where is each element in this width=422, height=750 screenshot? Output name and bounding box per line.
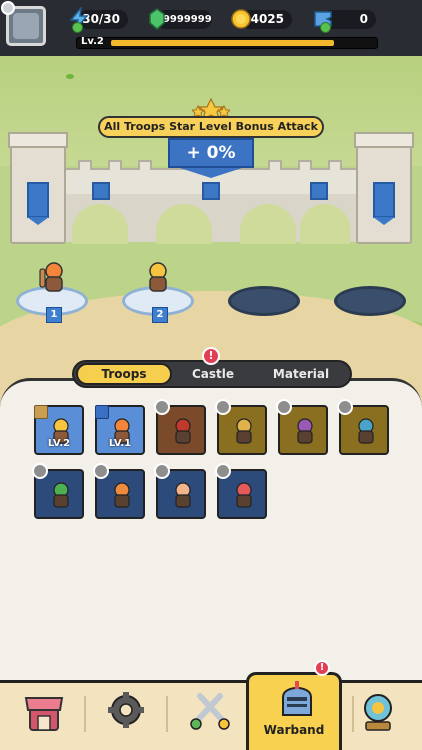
troop-card[interactable]: [154, 463, 206, 519]
troop-card[interactable]: [215, 463, 267, 519]
orange-warrior-unit[interactable]: [38, 261, 68, 295]
game-screen: 30/30 99999999 4025 0 Lv.2 All Troops St…: [0, 0, 422, 750]
crossed-swords-badge-icon: [95, 405, 109, 419]
stamina-counter: 30/30: [69, 7, 128, 33]
wall-merlon: [268, 160, 282, 170]
tower-top: [354, 132, 414, 148]
tickets-value: 0: [359, 12, 368, 26]
lock-icon: [337, 399, 353, 415]
coins-value: 4025: [250, 12, 284, 26]
slot-number: 2: [152, 307, 168, 323]
lock-icon: [215, 399, 231, 415]
settings-gear-icon[interactable]: [1, 1, 15, 15]
tickets-counter: 0: [314, 10, 376, 33]
gems-counter: 99999999: [149, 8, 212, 30]
wall-merlon: [78, 160, 92, 170]
troop-card[interactable]: LV.2: [34, 405, 84, 455]
right-tower: [354, 132, 414, 244]
wall-merlon: [138, 160, 152, 170]
leaf-decoration: [66, 74, 74, 79]
tower-banner: [373, 182, 395, 225]
wall-merlon: [108, 160, 122, 170]
top-hud: 30/30 99999999 4025 0 Lv.2: [0, 0, 422, 56]
warband-panel: LV.2 LV.1: [0, 378, 422, 680]
castle-battlefield: All Troops Star Level Bonus Attack + 0% …: [0, 56, 422, 411]
left-tower: [8, 132, 68, 244]
nav-divider: [84, 696, 86, 732]
wall-banner: [92, 182, 110, 200]
add-stamina-icon[interactable]: [72, 22, 83, 33]
wall-banner: [310, 182, 328, 200]
lock-icon: [215, 463, 231, 479]
tower-banner: [27, 182, 49, 225]
wall-banner: [202, 182, 220, 200]
bonus-value-banner: + 0%: [168, 138, 254, 178]
nav-divider: [166, 696, 168, 732]
purple-mage-troop-icon: [297, 418, 313, 444]
tab-material[interactable]: Material: [258, 363, 344, 385]
lock-icon: [93, 463, 109, 479]
level-bar: Lv.2: [76, 36, 378, 49]
troop-slot-3[interactable]: [228, 286, 300, 316]
troop-card[interactable]: [93, 463, 145, 519]
troop-slot-4[interactable]: [334, 286, 406, 316]
green-gem-icon: [149, 8, 165, 30]
portal-icon[interactable]: [348, 686, 408, 742]
red-hood-troop-icon: [175, 418, 191, 444]
troop-card[interactable]: [32, 463, 84, 519]
bonus-value: + 0%: [186, 143, 236, 163]
lock-icon: [154, 399, 170, 415]
orange-spiky-troop-icon: [114, 482, 130, 508]
bonus-title: All Troops Star Level Bonus Attack: [98, 116, 324, 138]
troop-card[interactable]: [337, 399, 389, 455]
tower-top: [8, 132, 68, 148]
troop-card[interactable]: [215, 399, 267, 455]
warband-label: Warband: [263, 723, 325, 737]
gear-icon[interactable]: [96, 686, 156, 742]
level-label: Lv.2: [81, 36, 104, 47]
troop-card[interactable]: [276, 399, 328, 455]
lock-icon: [154, 463, 170, 479]
red-beast-troop-icon: [236, 482, 252, 508]
knight-helmet-icon: [282, 681, 312, 716]
bald-brawler-troop-icon: [175, 482, 191, 508]
slot-number: 1: [46, 307, 62, 323]
wall-merlon: [298, 160, 312, 170]
tab-troops[interactable]: Troops: [76, 363, 172, 385]
warband-alert-badge: !: [314, 660, 330, 676]
add-ticket-icon[interactable]: [320, 22, 331, 33]
green-hair-troop-icon: [53, 482, 69, 508]
level-progress-fill: [111, 40, 334, 46]
wall-merlon: [328, 160, 342, 170]
lock-icon: [276, 399, 292, 415]
avatar-image: [13, 13, 39, 39]
troop-card[interactable]: [154, 399, 206, 455]
tab-castle[interactable]: Castle: [178, 363, 248, 385]
shop-icon[interactable]: [14, 686, 74, 742]
troop-level: LV.2: [47, 438, 71, 449]
yellow-troop-icon: [236, 418, 252, 444]
castle-alert-badge: !: [202, 347, 220, 365]
coins-counter: 4025: [231, 9, 292, 29]
troop-card[interactable]: LV.1: [95, 405, 145, 455]
lock-icon: [32, 463, 48, 479]
blonde-warrior-unit[interactable]: [143, 261, 173, 295]
nav-warband-button[interactable]: Warband: [246, 672, 342, 750]
crossed-swords-icon[interactable]: [180, 686, 240, 742]
gold-coin-icon: [231, 9, 251, 29]
blue-hair-troop-icon: [358, 418, 374, 444]
troop-level: LV.1: [108, 438, 132, 449]
sword-badge-icon: [34, 405, 48, 419]
